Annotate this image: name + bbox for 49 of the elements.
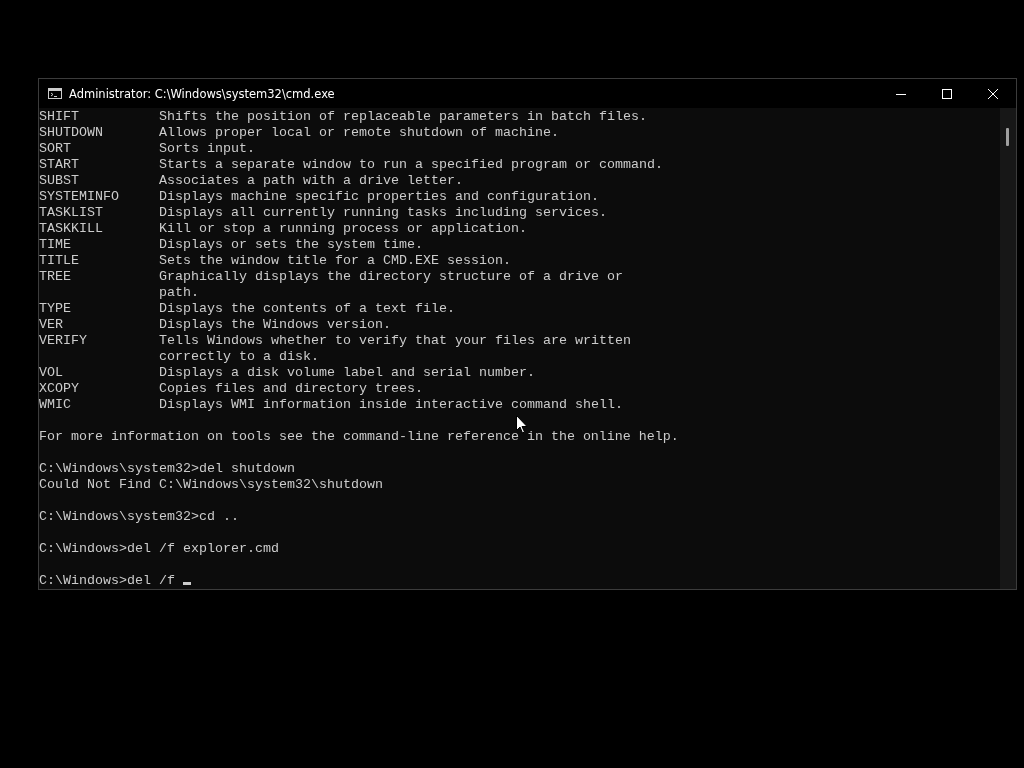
command-name: XCOPY bbox=[39, 381, 80, 397]
command-description: Graphically displays the directory structure of a drive or bbox=[159, 269, 623, 285]
command-description: Starts a separate window to run a specified program or command. bbox=[159, 157, 663, 173]
command-name: VERIFY bbox=[39, 333, 88, 350]
close-icon bbox=[988, 88, 998, 99]
command-description: Kill or stop a running process or application. bbox=[159, 221, 527, 237]
console-icon bbox=[48, 88, 62, 99]
command-description: Shifts the position of replaceable parameters in batch files. bbox=[159, 109, 647, 125]
command-description: Displays or sets the system time. bbox=[159, 237, 423, 253]
command-name: TITLE bbox=[39, 253, 80, 269]
command-description: path. bbox=[159, 285, 199, 301]
command-line: C:\Windows\system32>cd .. bbox=[39, 509, 239, 525]
command-description: Displays WMI information inside interactive command shell. bbox=[159, 397, 623, 413]
command-description: Sorts input. bbox=[159, 141, 255, 157]
command-name: SORT bbox=[39, 141, 72, 157]
command-description: Displays a disk volume label and serial number. bbox=[159, 365, 535, 381]
command-name: SHIFT bbox=[39, 109, 80, 125]
command-name: VER bbox=[39, 317, 64, 333]
command-description: Associates a path with a drive letter. bbox=[159, 173, 463, 189]
maximize-icon bbox=[942, 88, 952, 99]
command-description: Displays the contents of a text file. bbox=[159, 301, 455, 317]
command-description: Displays the Windows version. bbox=[159, 317, 391, 333]
command-name: START bbox=[39, 157, 80, 173]
command-line: C:\Windows\system32>del shutdown bbox=[39, 461, 295, 477]
scrollbar[interactable] bbox=[1000, 108, 1016, 589]
command-description: Copies files and directory trees. bbox=[159, 381, 423, 397]
command-name: TASKKILL bbox=[39, 221, 104, 237]
command-name: SHUTDOWN bbox=[39, 125, 104, 141]
command-description: Displays machine specific properties and configuration. bbox=[159, 189, 599, 205]
command-description: correctly to a disk. bbox=[159, 349, 319, 365]
command-output: Could Not Find C:\Windows\system32\shutdown bbox=[39, 477, 383, 493]
command-description: Tells Windows whether to verify that your files are written bbox=[159, 333, 631, 349]
command-line: C:\Windows>del /f bbox=[39, 573, 191, 589]
mouse-pointer-icon bbox=[516, 415, 528, 434]
command-description: Displays all currently running tasks including services. bbox=[159, 205, 607, 221]
command-line: C:\Windows>del /f explorer.cmd bbox=[39, 541, 279, 557]
scroll-thumb[interactable] bbox=[1006, 128, 1009, 146]
window-title: Administrator: C:\Windows\system32\cmd.exe bbox=[69, 86, 335, 101]
command-name: WMIC bbox=[39, 397, 72, 413]
command-name: TIME bbox=[39, 237, 72, 253]
command-name: VOL bbox=[39, 365, 64, 381]
command-name: SYSTEMINFO bbox=[39, 189, 120, 205]
command-name: TYPE bbox=[39, 301, 72, 317]
command-name: SUBST bbox=[39, 173, 80, 189]
command-name: TREE bbox=[39, 269, 72, 286]
help-footer: For more information on tools see the command-line reference in the online help. bbox=[39, 429, 679, 445]
command-description: Allows proper local or remote shutdown of machine. bbox=[159, 125, 559, 141]
command-description: Sets the window title for a CMD.EXE session. bbox=[159, 253, 511, 269]
command-name: TASKLIST bbox=[39, 205, 104, 221]
